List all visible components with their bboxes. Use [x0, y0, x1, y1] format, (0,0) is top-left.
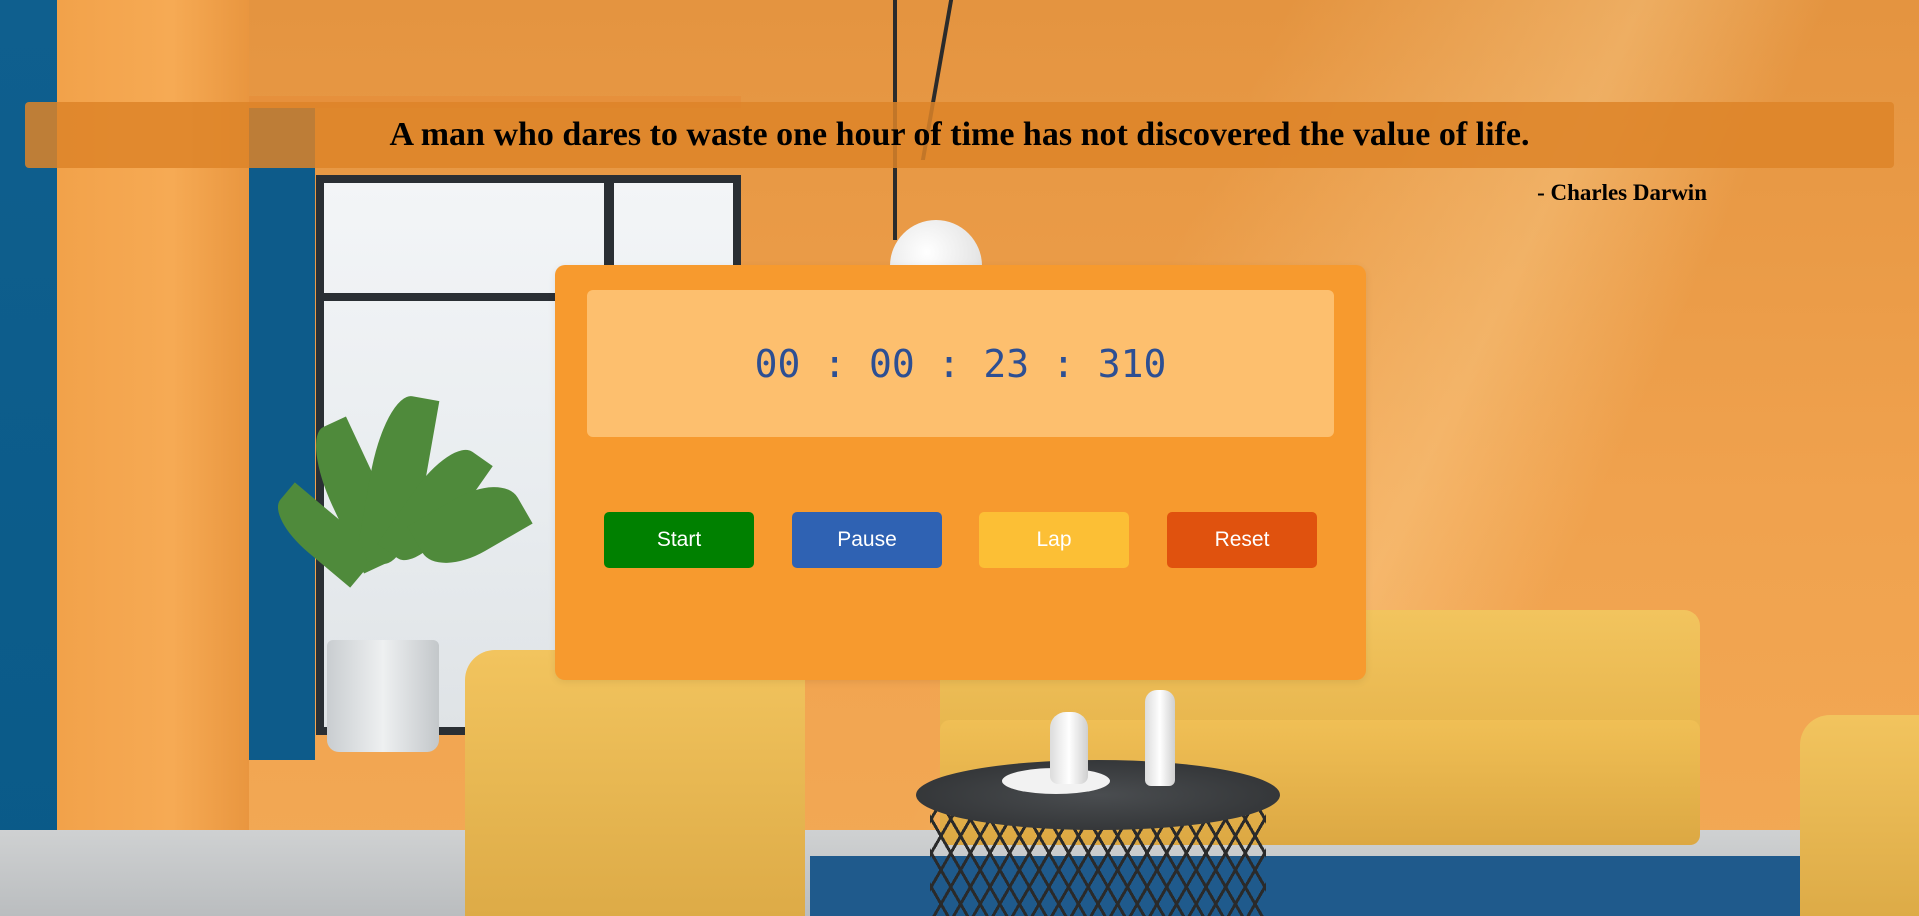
background-door — [249, 100, 315, 760]
lap-button[interactable]: Lap — [979, 512, 1129, 568]
pause-button[interactable]: Pause — [792, 512, 942, 568]
background-armchair — [1800, 715, 1919, 916]
background-plant-pot — [327, 640, 439, 752]
background-coffee-table — [916, 760, 1280, 830]
page-background: A man who dares to waste one hour of tim… — [0, 0, 1919, 916]
reset-button[interactable]: Reset — [1167, 512, 1317, 568]
background-vase — [1050, 712, 1088, 784]
background-armchair — [465, 650, 805, 916]
quote-banner: A man who dares to waste one hour of tim… — [25, 102, 1894, 168]
start-button[interactable]: Start — [604, 512, 754, 568]
quote-author: - Charles Darwin — [1537, 180, 1707, 205]
time-display: 00 : 00 : 23 : 310 — [587, 290, 1334, 437]
quote-text: A man who dares to waste one hour of tim… — [389, 116, 1530, 153]
background-vase — [1145, 690, 1175, 786]
stopwatch-card: 00 : 00 : 23 : 310 Start Pause Lap Reset — [555, 265, 1366, 680]
